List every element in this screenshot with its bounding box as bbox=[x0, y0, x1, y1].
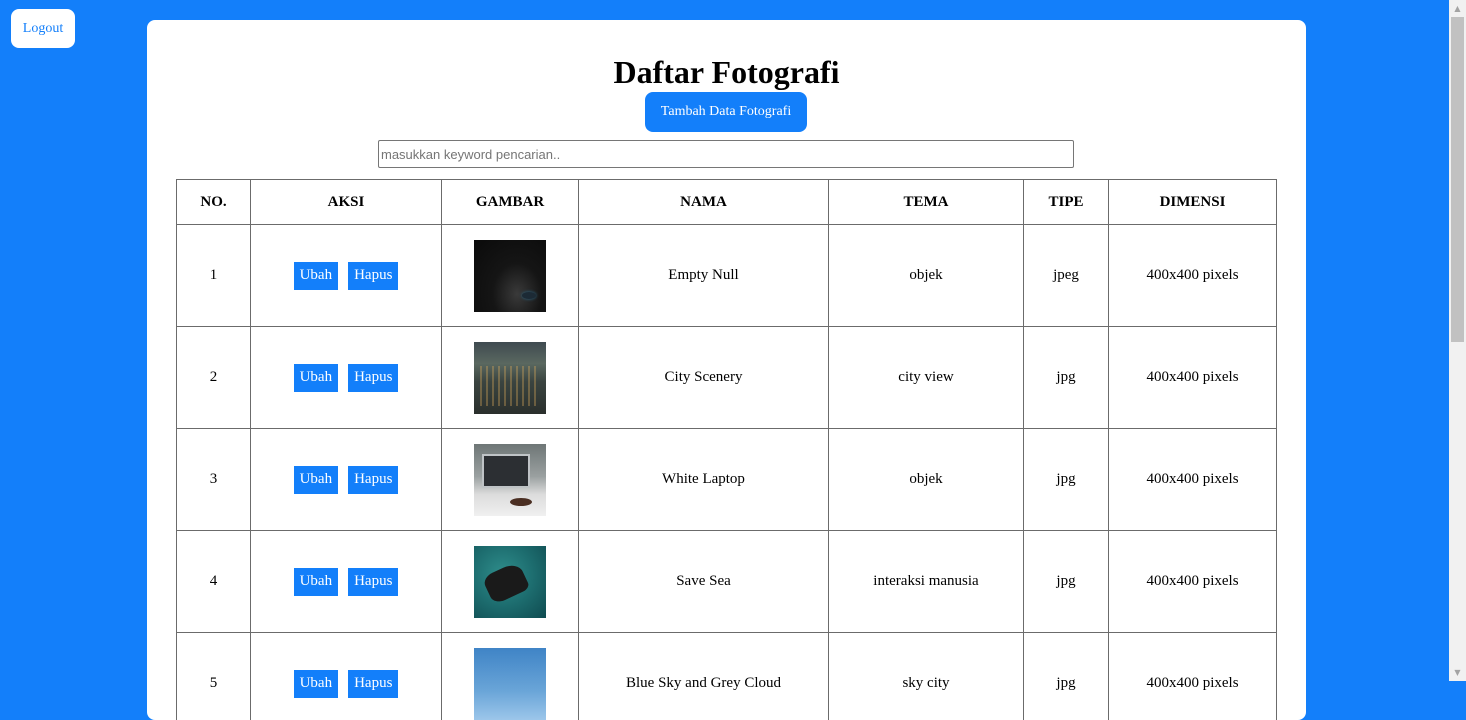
edit-button[interactable]: Ubah bbox=[294, 670, 339, 698]
vertical-scrollbar[interactable]: ▲ ▼ bbox=[1449, 0, 1466, 681]
cell-no: 4 bbox=[177, 531, 251, 633]
cell-no: 2 bbox=[177, 327, 251, 429]
table-row: 3 Ubah Hapus White Laptop objek jpg 400x… bbox=[177, 429, 1277, 531]
cell-nama: Save Sea bbox=[579, 531, 829, 633]
table-row: 2 Ubah Hapus City Scenery city view jpg … bbox=[177, 327, 1277, 429]
cell-tema: objek bbox=[829, 429, 1024, 531]
cell-nama: City Scenery bbox=[579, 327, 829, 429]
photography-table: NO. AKSI GAMBAR NAMA TEMA TIPE DIMENSI 1… bbox=[176, 179, 1277, 720]
cell-actions: Ubah Hapus bbox=[251, 531, 442, 633]
cell-image bbox=[442, 225, 579, 327]
cell-actions: Ubah Hapus bbox=[251, 327, 442, 429]
cell-image bbox=[442, 327, 579, 429]
edit-button[interactable]: Ubah bbox=[294, 262, 339, 290]
header-gambar: GAMBAR bbox=[442, 180, 579, 225]
cell-tipe: jpg bbox=[1024, 429, 1109, 531]
cell-image bbox=[442, 633, 579, 720]
photo-thumbnail bbox=[474, 342, 546, 414]
cell-tema: city view bbox=[829, 327, 1024, 429]
cell-tipe: jpg bbox=[1024, 327, 1109, 429]
table-header-row: NO. AKSI GAMBAR NAMA TEMA TIPE DIMENSI bbox=[177, 180, 1277, 225]
main-card: Daftar Fotografi Tambah Data Fotografi N… bbox=[147, 20, 1306, 720]
cell-nama: Blue Sky and Grey Cloud bbox=[579, 633, 829, 720]
header-no: NO. bbox=[177, 180, 251, 225]
cell-no: 1 bbox=[177, 225, 251, 327]
delete-button[interactable]: Hapus bbox=[348, 466, 398, 494]
cell-dimensi: 400x400 pixels bbox=[1109, 225, 1277, 327]
header-aksi: AKSI bbox=[251, 180, 442, 225]
cell-image bbox=[442, 531, 579, 633]
cell-nama: White Laptop bbox=[579, 429, 829, 531]
scroll-down-arrow-icon[interactable]: ▼ bbox=[1449, 664, 1466, 681]
photo-thumbnail bbox=[474, 240, 546, 312]
cell-tipe: jpeg bbox=[1024, 225, 1109, 327]
cell-actions: Ubah Hapus bbox=[251, 633, 442, 720]
scrollbar-thumb[interactable] bbox=[1451, 17, 1464, 342]
cell-tipe: jpg bbox=[1024, 633, 1109, 720]
photo-thumbnail bbox=[474, 648, 546, 720]
cell-actions: Ubah Hapus bbox=[251, 225, 442, 327]
cell-no: 3 bbox=[177, 429, 251, 531]
edit-button[interactable]: Ubah bbox=[294, 568, 339, 596]
delete-button[interactable]: Hapus bbox=[348, 568, 398, 596]
page-title: Daftar Fotografi bbox=[147, 56, 1306, 88]
cell-tema: objek bbox=[829, 225, 1024, 327]
cell-dimensi: 400x400 pixels bbox=[1109, 429, 1277, 531]
table-row: 5 Ubah Hapus Blue Sky and Grey Cloud sky… bbox=[177, 633, 1277, 720]
cell-dimensi: 400x400 pixels bbox=[1109, 327, 1277, 429]
photo-thumbnail bbox=[474, 546, 546, 618]
header-nama: NAMA bbox=[579, 180, 829, 225]
cell-no: 5 bbox=[177, 633, 251, 720]
header-tema: TEMA bbox=[829, 180, 1024, 225]
cell-tipe: jpg bbox=[1024, 531, 1109, 633]
delete-button[interactable]: Hapus bbox=[348, 364, 398, 392]
cell-dimensi: 400x400 pixels bbox=[1109, 633, 1277, 720]
photo-thumbnail bbox=[474, 444, 546, 516]
table-row: 4 Ubah Hapus Save Sea interaksi manusia … bbox=[177, 531, 1277, 633]
search-input[interactable] bbox=[378, 140, 1074, 168]
cell-actions: Ubah Hapus bbox=[251, 429, 442, 531]
delete-button[interactable]: Hapus bbox=[348, 262, 398, 290]
scroll-up-arrow-icon[interactable]: ▲ bbox=[1449, 0, 1466, 17]
table-row: 1 Ubah Hapus Empty Null objek jpeg 400x4… bbox=[177, 225, 1277, 327]
cell-tema: interaksi manusia bbox=[829, 531, 1024, 633]
add-photography-button[interactable]: Tambah Data Fotografi bbox=[645, 92, 807, 132]
header-tipe: TIPE bbox=[1024, 180, 1109, 225]
logout-button[interactable]: Logout bbox=[11, 9, 75, 48]
header-dimensi: DIMENSI bbox=[1109, 180, 1277, 225]
cell-image bbox=[442, 429, 579, 531]
delete-button[interactable]: Hapus bbox=[348, 670, 398, 698]
cell-tema: sky city bbox=[829, 633, 1024, 720]
edit-button[interactable]: Ubah bbox=[294, 466, 339, 494]
cell-dimensi: 400x400 pixels bbox=[1109, 531, 1277, 633]
cell-nama: Empty Null bbox=[579, 225, 829, 327]
edit-button[interactable]: Ubah bbox=[294, 364, 339, 392]
